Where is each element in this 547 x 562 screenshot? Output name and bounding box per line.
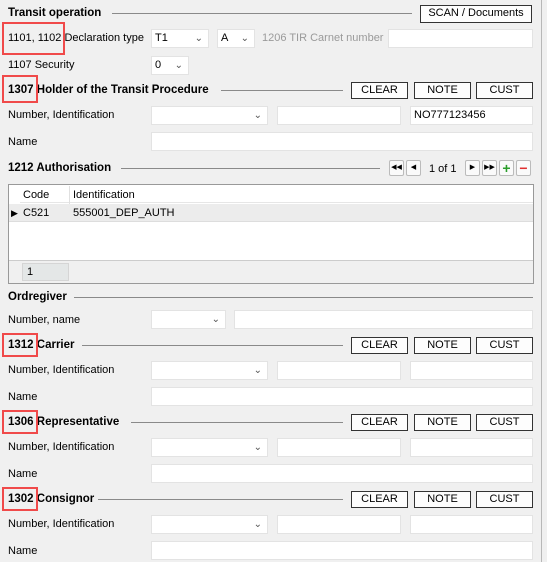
tir-carnet-label: 1206 TIR Carnet number bbox=[262, 32, 384, 44]
ordregiver-name-input[interactable] bbox=[234, 310, 533, 329]
carrier-clear-button[interactable]: CLEAR bbox=[351, 337, 408, 354]
carrier-identification-input[interactable] bbox=[410, 361, 533, 380]
carrier-name-label: Name bbox=[8, 391, 38, 403]
representative-note-button[interactable]: NOTE bbox=[414, 414, 471, 431]
carrier-number-label: Number, Identification bbox=[8, 364, 115, 376]
representative-clear-button[interactable]: CLEAR bbox=[351, 414, 408, 431]
table-footer: 1 bbox=[9, 260, 533, 283]
row-count: 1 bbox=[22, 263, 69, 281]
holder-clear-button[interactable]: CLEAR bbox=[351, 82, 408, 99]
divider bbox=[82, 345, 343, 346]
column-header-code[interactable]: Code bbox=[23, 188, 49, 202]
consignor-number-select[interactable]: ⌄ bbox=[151, 515, 268, 534]
declaration-type-select[interactable]: T1 ⌄ bbox=[151, 29, 209, 48]
chevron-down-icon: ⌄ bbox=[194, 33, 203, 44]
consignor-clear-button[interactable]: CLEAR bbox=[351, 491, 408, 508]
security-select[interactable]: 0 ⌄ bbox=[151, 56, 189, 75]
consignor-name-input[interactable] bbox=[151, 541, 533, 560]
holder-name-label: Name bbox=[8, 136, 38, 148]
prev-record-icon[interactable]: ◀ bbox=[406, 160, 421, 176]
consignor-identification-input[interactable] bbox=[410, 515, 533, 534]
remove-record-icon[interactable]: − bbox=[516, 160, 531, 176]
section-title-carrier: 1312 Carrier bbox=[8, 339, 75, 351]
divider bbox=[121, 168, 380, 169]
divider bbox=[74, 297, 533, 298]
section-title-holder: 1307 Holder of the Transit Procedure bbox=[8, 84, 209, 96]
divider bbox=[131, 422, 343, 423]
divider bbox=[112, 13, 412, 14]
table-row[interactable]: ▶ C521 555001_DEP_AUTH bbox=[9, 204, 533, 222]
section-title-ordregiver: Ordregiver bbox=[8, 291, 67, 303]
carrier-name-input[interactable] bbox=[151, 387, 533, 406]
declaration-type-label: 1101, 1102 Declaration type bbox=[8, 32, 144, 44]
divider bbox=[221, 90, 343, 91]
representative-identification-input[interactable] bbox=[410, 438, 533, 457]
consignor-cust-button[interactable]: CUST bbox=[476, 491, 533, 508]
section-title-authorisation: 1212 Authorisation bbox=[8, 162, 112, 174]
chevron-down-icon: ⌄ bbox=[174, 60, 183, 71]
tir-carnet-input[interactable] bbox=[388, 29, 533, 48]
select-value: A bbox=[221, 32, 229, 44]
chevron-down-icon: ⌄ bbox=[211, 314, 220, 325]
chevron-down-icon: ⌄ bbox=[253, 365, 262, 376]
representative-number-select[interactable]: ⌄ bbox=[151, 438, 268, 457]
panel-border bbox=[541, 0, 542, 562]
cell-code: C521 bbox=[23, 207, 50, 219]
consignor-note-button[interactable]: NOTE bbox=[414, 491, 471, 508]
column-header-identification[interactable]: Identification bbox=[73, 188, 135, 202]
carrier-note-button[interactable]: NOTE bbox=[414, 337, 471, 354]
chevron-down-icon: ⌄ bbox=[240, 33, 249, 44]
section-title-transit: Transit operation bbox=[8, 7, 102, 19]
cell-identification: 555001_DEP_AUTH bbox=[73, 207, 175, 219]
representative-number-input[interactable] bbox=[277, 438, 401, 457]
ordregiver-number-select[interactable]: ⌄ bbox=[151, 310, 226, 329]
divider bbox=[98, 499, 343, 500]
holder-note-button[interactable]: NOTE bbox=[414, 82, 471, 99]
security-label: 1107 Security bbox=[8, 59, 75, 71]
carrier-cust-button[interactable]: CUST bbox=[476, 337, 533, 354]
consignor-number-input[interactable] bbox=[277, 515, 401, 534]
select-value: 0 bbox=[155, 59, 162, 71]
declaration-subtype-select[interactable]: A ⌄ bbox=[217, 29, 255, 48]
holder-name-input[interactable] bbox=[151, 132, 533, 151]
representative-name-input[interactable] bbox=[151, 464, 533, 483]
first-record-icon[interactable]: ◀◀ bbox=[389, 160, 404, 176]
consignor-name-label: Name bbox=[8, 545, 38, 557]
holder-cust-button[interactable]: CUST bbox=[476, 82, 533, 99]
chevron-down-icon: ⌄ bbox=[253, 110, 262, 121]
section-title-representative: 1306 Representative bbox=[8, 416, 120, 428]
add-record-icon[interactable]: + bbox=[499, 160, 514, 176]
pager-text: 1 of 1 bbox=[429, 163, 457, 175]
holder-identification-input[interactable]: NO777123456 bbox=[410, 106, 533, 125]
next-record-icon[interactable]: ▶ bbox=[465, 160, 480, 176]
chevron-down-icon: ⌄ bbox=[253, 442, 262, 453]
consignor-number-label: Number, Identification bbox=[8, 518, 115, 530]
carrier-number-input[interactable] bbox=[277, 361, 401, 380]
authorisation-table[interactable]: Code Identification ▶ C521 555001_DEP_AU… bbox=[8, 184, 534, 284]
representative-cust-button[interactable]: CUST bbox=[476, 414, 533, 431]
section-title-consignor: 1302 Consignor bbox=[8, 493, 95, 505]
select-value: T1 bbox=[155, 32, 168, 44]
holder-number-select[interactable]: ⌄ bbox=[151, 106, 268, 125]
carrier-number-select[interactable]: ⌄ bbox=[151, 361, 268, 380]
scan-documents-button[interactable]: SCAN / Documents bbox=[420, 5, 532, 23]
holder-number-label: Number, Identification bbox=[8, 109, 115, 121]
table-header: Code Identification bbox=[20, 186, 533, 222]
representative-number-label: Number, Identification bbox=[8, 441, 115, 453]
last-record-icon[interactable]: ▶▶ bbox=[482, 160, 497, 176]
ordregiver-number-label: Number, name bbox=[8, 314, 81, 326]
holder-number-input[interactable] bbox=[277, 106, 401, 125]
row-selector-icon: ▶ bbox=[11, 208, 18, 218]
chevron-down-icon: ⌄ bbox=[253, 519, 262, 530]
representative-name-label: Name bbox=[8, 468, 38, 480]
